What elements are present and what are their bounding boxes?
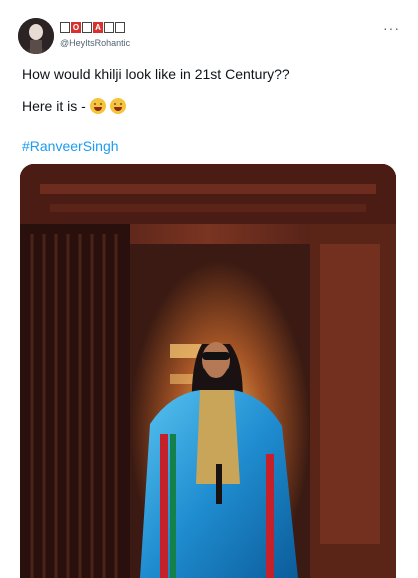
user-handle[interactable]: @HeyItsRohantic xyxy=(60,38,130,48)
display-name[interactable]: O A xyxy=(60,22,125,33)
more-options-icon[interactable]: ··· xyxy=(383,20,400,36)
tweet-photo[interactable] xyxy=(20,164,396,578)
name-glyph: O xyxy=(71,22,81,33)
name-glyph xyxy=(60,22,70,33)
tweet-card[interactable]: O A @HeyItsRohantic ··· How would khilji… xyxy=(0,0,418,578)
tweet-text-line: Here it is - xyxy=(22,98,126,114)
hashtag-link[interactable]: #RanveerSingh xyxy=(22,138,119,154)
tweet-text: Here it is - xyxy=(22,98,86,114)
loudly-crying-face-icon xyxy=(109,98,126,114)
tweet-text-line: How would khilji look like in 21st Centu… xyxy=(22,66,290,82)
name-glyph xyxy=(104,22,114,33)
name-glyph: A xyxy=(93,22,103,33)
avatar[interactable] xyxy=(18,18,54,54)
name-glyph xyxy=(82,22,92,33)
face-with-tears-of-joy-icon xyxy=(89,98,106,114)
name-glyph xyxy=(115,22,125,33)
